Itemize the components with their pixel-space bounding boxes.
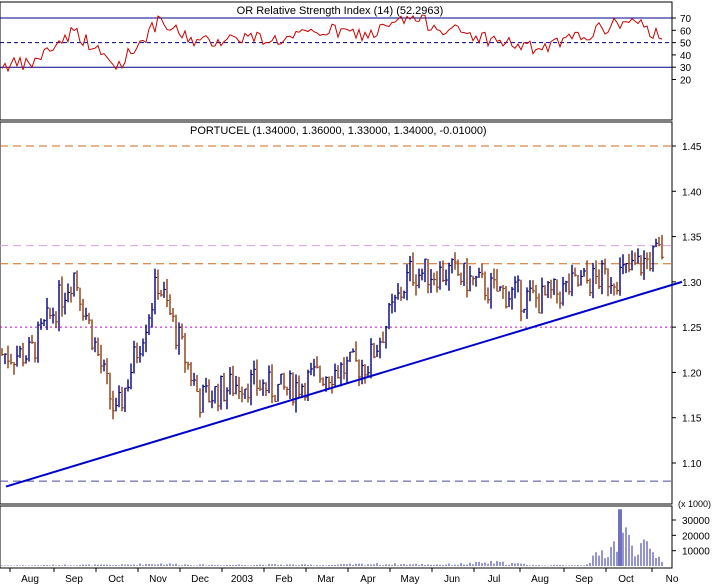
price-tick-label: 1.25 [682, 323, 702, 334]
x-tick-label: Aug [531, 574, 549, 584]
x-tick-label: No [666, 574, 679, 584]
rsi-tick-label: 60 [680, 26, 692, 37]
x-tick-label: Apr [360, 574, 376, 584]
stock-chart: OR Relative Strength Index (14) (52.2963… [0, 0, 724, 584]
x-tick-label: Aug [21, 574, 39, 584]
volume-spike-bar [618, 509, 622, 566]
rsi-tick-label: 50 [680, 39, 692, 50]
chart-background [0, 0, 724, 584]
x-tick-label: Oct [618, 574, 634, 584]
x-tick-label: Dec [191, 574, 209, 584]
rsi-tick-label: 30 [680, 63, 692, 74]
x-tick-label: Sep [65, 574, 83, 584]
x-tick-label: Jul [488, 574, 501, 584]
price-tick-label: 1.35 [682, 233, 702, 244]
price-tick-label: 1.40 [682, 187, 702, 198]
rsi-tick-label: 70 [680, 14, 692, 25]
price-tick-label: 1.30 [682, 278, 702, 289]
x-tick-label: 2003 [231, 574, 254, 584]
price-tick-label: 1.10 [682, 459, 702, 470]
x-tick-label: Mar [317, 574, 335, 584]
price-title: PORTUCEL (1.34000, 1.36000, 1.33000, 1.3… [190, 125, 487, 137]
x-tick-label: Jun [444, 574, 460, 584]
x-tick-label: May [401, 574, 420, 584]
volume-unit-label: (x 1000) [678, 499, 711, 509]
price-tick-label: 1.20 [682, 368, 702, 379]
volume-tick-label: 30000 [682, 516, 710, 527]
volume-tick-label: 10000 [682, 547, 710, 558]
price-tick-label: 1.15 [682, 414, 702, 425]
x-tick-label: Oct [108, 574, 124, 584]
rsi-tick-label: 40 [680, 51, 692, 62]
x-tick-label: Nov [149, 574, 167, 584]
rsi-title: OR Relative Strength Index (14) (52.2963… [237, 5, 444, 17]
x-tick-label: Sep [575, 574, 593, 584]
x-tick-label: Feb [275, 574, 293, 584]
volume-tick-label: 20000 [682, 531, 710, 542]
rsi-tick-label: 20 [680, 76, 692, 87]
price-tick-label: 1.45 [682, 142, 702, 153]
